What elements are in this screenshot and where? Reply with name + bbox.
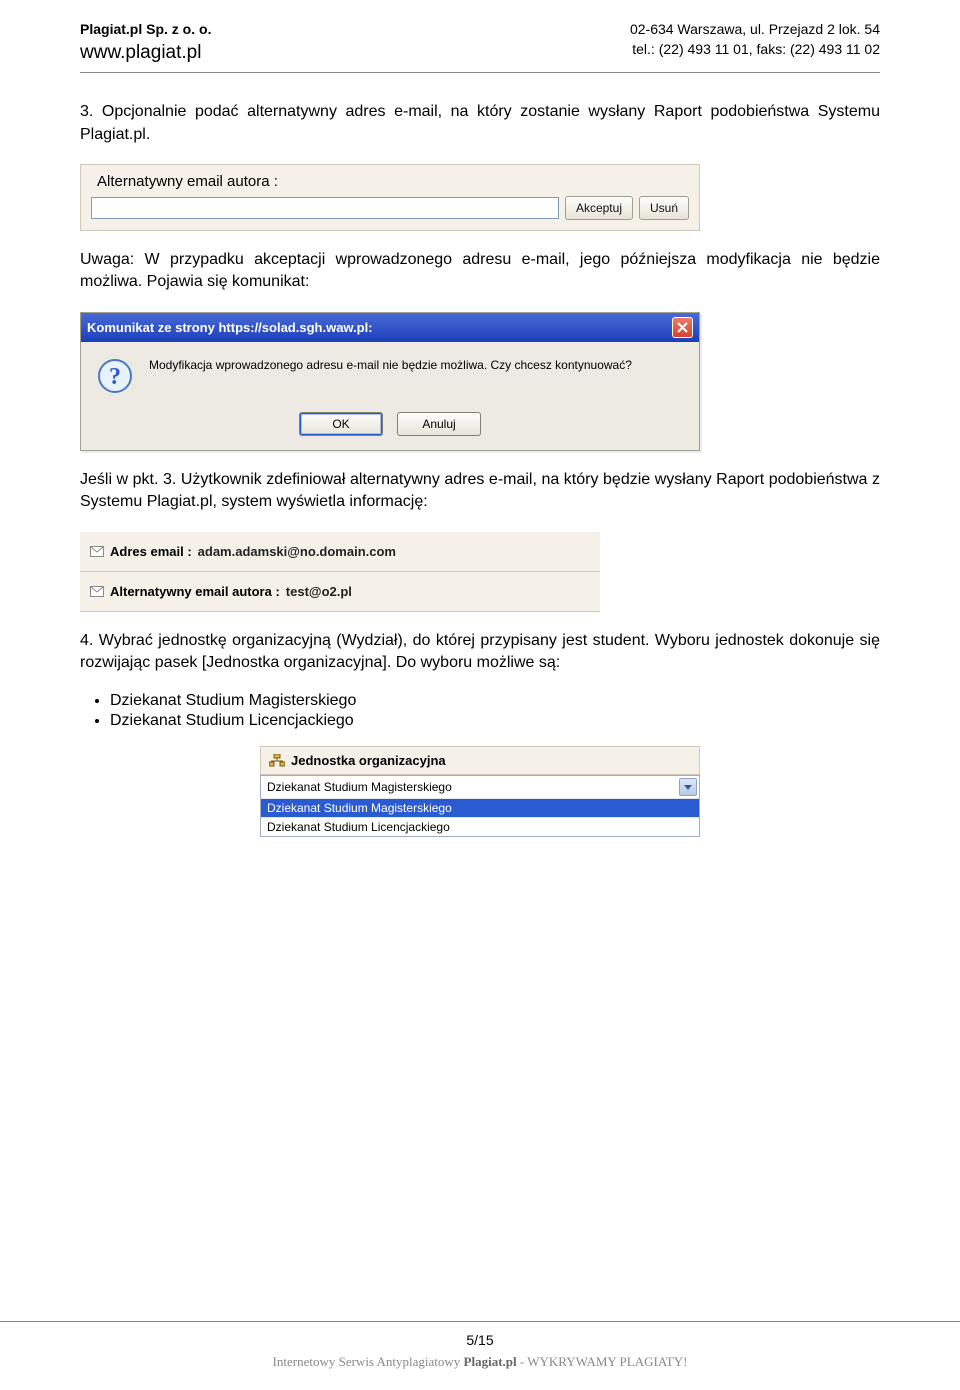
footer-bold: Plagiat.pl: [464, 1354, 517, 1369]
mail-icon: [90, 546, 104, 557]
dialog-message: Modyfikacja wprowadzonego adresu e-mail …: [149, 358, 632, 372]
chevron-down-icon[interactable]: [679, 778, 697, 796]
footer-post: - WYKRYWAMY PLAGIATY!: [517, 1354, 688, 1369]
email-row-alt: Alternatywny email autora : test@o2.pl: [80, 572, 600, 612]
footer-line: Internetowy Serwis Antyplagiatowy Plagia…: [0, 1354, 960, 1370]
dropdown-header: Jednostka organizacyjna: [260, 746, 700, 775]
confirm-dialog: Komunikat ze strony https://solad.sgh.wa…: [80, 312, 700, 451]
close-icon[interactable]: [672, 317, 693, 338]
document-page: Plagiat.pl Sp. z o. o. www.plagiat.pl 02…: [0, 0, 960, 1390]
unit-bullets: Dziekanat Studium Magisterskiego Dziekan…: [110, 692, 880, 730]
company-phone: tel.: (22) 493 11 01, faks: (22) 493 11 …: [632, 41, 880, 57]
accept-button[interactable]: Akceptuj: [565, 196, 633, 220]
footer-pre: Internetowy Serwis Antyplagiatowy: [273, 1354, 464, 1369]
section-3-text: 3. Opcjonalnie podać alternatywny adres …: [80, 101, 880, 146]
dropdown-option[interactable]: Dziekanat Studium Magisterskiego: [261, 798, 699, 817]
alt-email-label: Alternatywny email autora :: [110, 584, 280, 599]
alt-email-panel: Alternatywny email autora : Akceptuj Usu…: [80, 164, 700, 231]
dropdown-selected-value: Dziekanat Studium Magisterskiego: [267, 780, 452, 794]
ok-button[interactable]: OK: [299, 412, 383, 436]
dropdown-select[interactable]: Dziekanat Studium Magisterskiego Dziekan…: [260, 775, 700, 837]
bullet-item: Dziekanat Studium Magisterskiego: [110, 692, 880, 710]
question-icon: ?: [97, 358, 133, 394]
remove-button[interactable]: Usuń: [639, 196, 689, 220]
alt-email-value: test@o2.pl: [286, 584, 352, 599]
page-number: 5/15: [0, 1332, 960, 1348]
dialog-title-text: Komunikat ze strony https://solad.sgh.wa…: [87, 320, 373, 335]
company-name: Plagiat.pl Sp. z o. o.: [80, 21, 211, 37]
if-defined-text: Jeśli w pkt. 3. Użytkownik zdefiniował a…: [80, 469, 880, 514]
org-icon: [269, 754, 285, 768]
email-info-panel: Adres email : adam.adamski@no.domain.com…: [80, 532, 600, 612]
dialog-titlebar: Komunikat ze strony https://solad.sgh.wa…: [81, 313, 699, 342]
dropdown-option[interactable]: Dziekanat Studium Licencjackiego: [261, 817, 699, 836]
alt-email-input[interactable]: [91, 197, 559, 219]
dropdown-options: Dziekanat Studium Magisterskiego Dziekan…: [261, 798, 699, 836]
svg-text:?: ?: [109, 364, 121, 390]
cancel-button[interactable]: Anuluj: [397, 412, 481, 436]
alt-email-label: Alternatywny email autora :: [97, 173, 278, 190]
email-address-label: Adres email :: [110, 544, 192, 559]
mail-icon: [90, 586, 104, 597]
dropdown-header-label: Jednostka organizacyjna: [291, 753, 446, 768]
page-footer: 5/15 Internetowy Serwis Antyplagiatowy P…: [0, 1321, 960, 1370]
email-address-value: adam.adamski@no.domain.com: [198, 544, 396, 559]
header-left: Plagiat.pl Sp. z o. o. www.plagiat.pl: [80, 20, 211, 66]
company-url: www.plagiat.pl: [80, 42, 201, 63]
company-address: 02-634 Warszawa, ul. Przejazd 2 lok. 54: [630, 21, 880, 37]
header-right: 02-634 Warszawa, ul. Przejazd 2 lok. 54 …: [630, 20, 880, 66]
bullet-item: Dziekanat Studium Licencjackiego: [110, 712, 880, 730]
page-header: Plagiat.pl Sp. z o. o. www.plagiat.pl 02…: [80, 20, 880, 73]
org-unit-dropdown: Jednostka organizacyjna Dziekanat Studiu…: [260, 746, 700, 837]
email-row-address: Adres email : adam.adamski@no.domain.com: [80, 532, 600, 572]
warning-text: Uwaga: W przypadku akceptacji wprowadzon…: [80, 249, 880, 294]
section-4-text: 4. Wybrać jednostkę organizacyjną (Wydzi…: [80, 630, 880, 675]
